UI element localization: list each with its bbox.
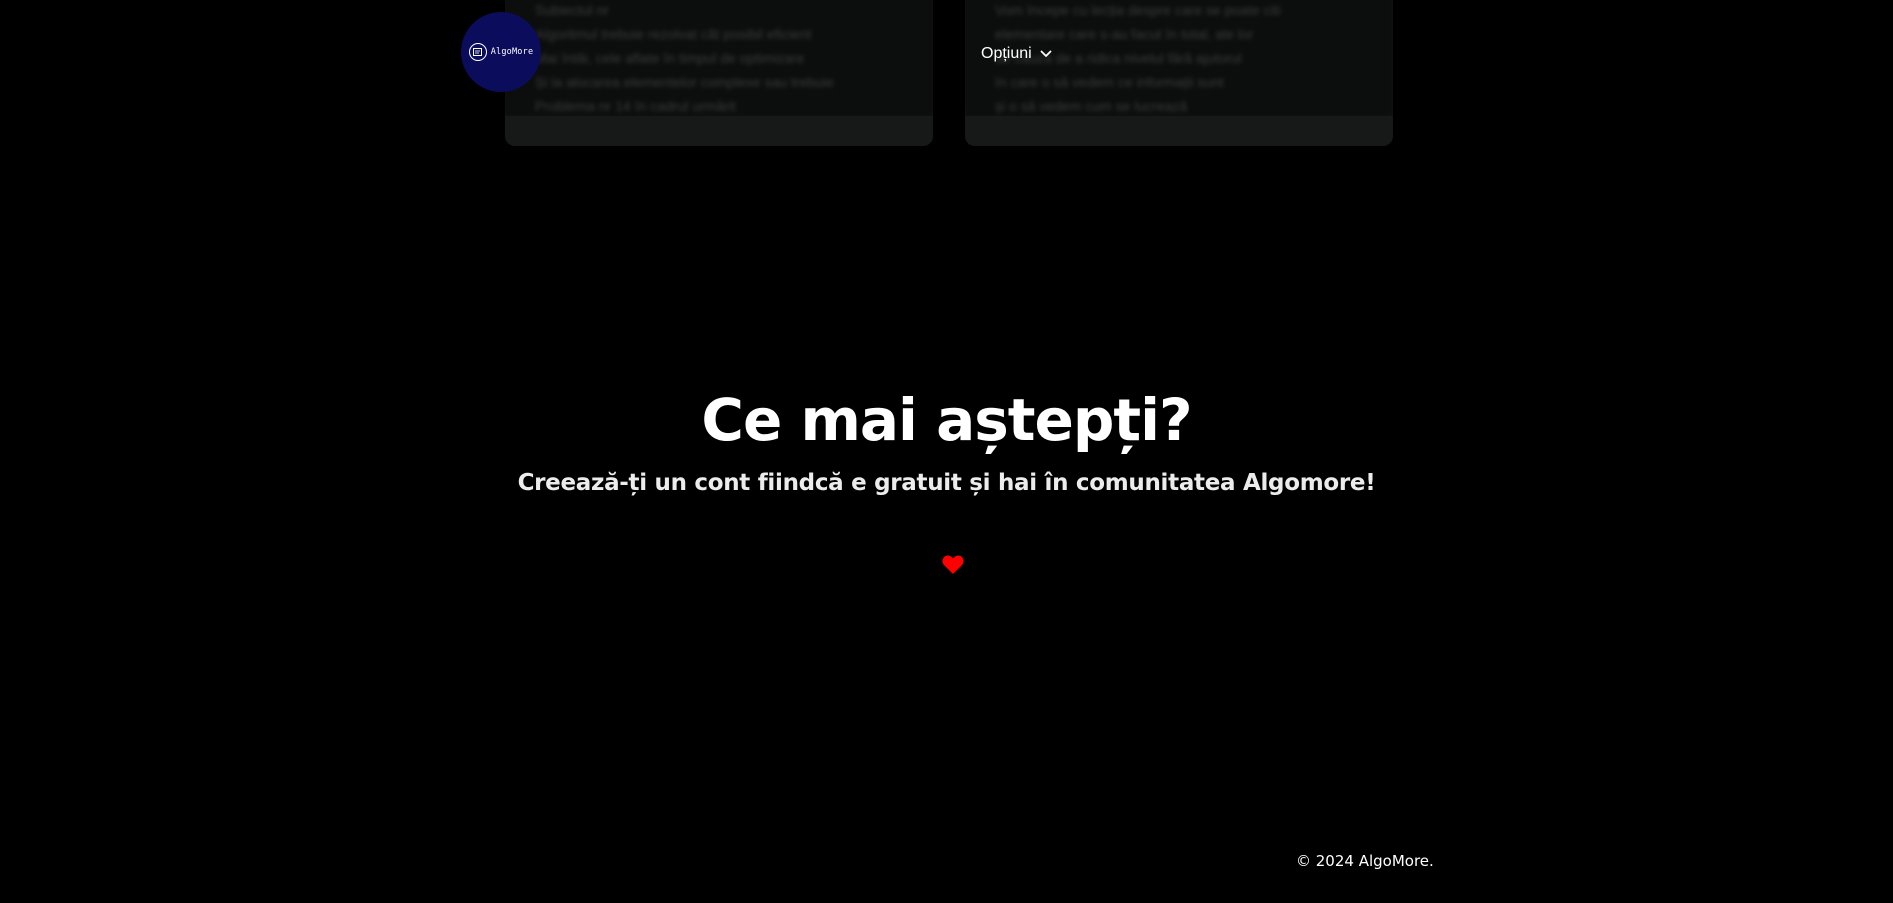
course-card-left[interactable]: Subiectul nr Algoritmul trebuie rezolvat… xyxy=(505,0,933,146)
card-text-line: Algoritmul trebuie rezolvat cât posibil … xyxy=(535,26,812,42)
course-card-left-footer xyxy=(505,116,933,146)
card-text-line: Și la alocarea elementelor complexe sau … xyxy=(535,74,834,90)
course-card-left-body: Subiectul nr Algoritmul trebuie rezolvat… xyxy=(505,0,933,116)
course-card-right-footer xyxy=(965,116,1393,146)
hero-title: Ce mai aștepți? xyxy=(701,386,1192,454)
chevron-down-icon xyxy=(1040,50,1052,58)
code-icon xyxy=(468,43,487,61)
hero-subtitle: Creează-ți un cont fiindcă e gratuit și … xyxy=(517,470,1376,496)
options-dropdown[interactable]: Opțiuni xyxy=(981,43,1052,65)
heart-icon[interactable] xyxy=(942,555,964,575)
card-text-line: în care o să vedem ce informații sunt xyxy=(995,74,1224,90)
card-text-line: Subiectul nr xyxy=(535,2,609,18)
card-text-line: și o să vedem cum se lucrează xyxy=(995,98,1188,114)
logo-text: AlgoMore xyxy=(490,47,534,57)
page: Subiectul nr Algoritmul trebuie rezolvat… xyxy=(0,0,1893,903)
options-label: Opțiuni xyxy=(981,45,1032,62)
card-text-line: Mai întâi, cele aflate în timpul de opti… xyxy=(535,50,805,66)
card-text-line: Vom începe cu lecția despre care se poat… xyxy=(995,2,1281,18)
footer-copyright: © 2024 AlgoMore. xyxy=(1296,852,1434,870)
logo-button[interactable]: AlgoMore xyxy=(461,12,541,92)
course-card-right[interactable]: Vom începe cu lecția despre care se poat… xyxy=(965,0,1393,146)
card-text-line: Problema nr 14 în cadrul urmărit xyxy=(535,98,736,114)
